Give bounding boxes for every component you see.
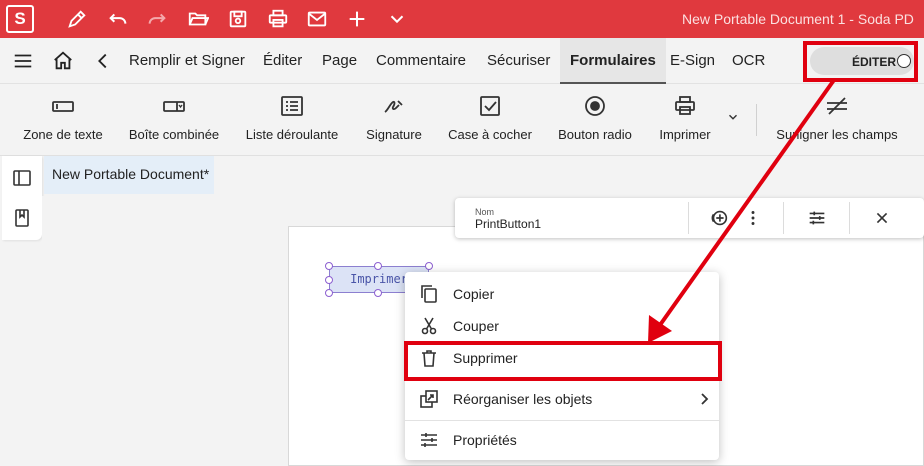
- sidebar-toggle-icon[interactable]: [12, 168, 32, 188]
- tool-label: Case à cocher: [448, 127, 532, 142]
- resize-handle[interactable]: [374, 289, 382, 297]
- menu-item-reorganiser[interactable]: Réorganiser les objets: [405, 383, 719, 415]
- document-tab[interactable]: New Portable Document*: [44, 156, 214, 194]
- back-chevron-icon[interactable]: [92, 50, 114, 72]
- field-properties-bar: Nom PrintButton1: [455, 198, 924, 238]
- resize-handle[interactable]: [325, 289, 333, 297]
- hamburger-menu-icon[interactable]: [12, 50, 34, 72]
- divider: [688, 202, 689, 234]
- list-box-tool[interactable]: Liste déroulante: [244, 84, 340, 156]
- text-field-tool[interactable]: Zone de texte: [20, 84, 106, 156]
- chevron-right-icon: [697, 391, 711, 407]
- resize-handle[interactable]: [325, 262, 333, 270]
- list-box-icon: [279, 94, 305, 118]
- tool-label: Liste déroulante: [245, 127, 339, 142]
- print-icon[interactable]: [267, 8, 289, 30]
- resize-handle[interactable]: [425, 262, 433, 270]
- window-title: New Portable Document 1 - Soda PD: [682, 11, 914, 27]
- copy-icon: [419, 284, 439, 304]
- print-icon: [672, 94, 698, 118]
- radio-button-icon: [582, 94, 608, 118]
- highlight-fields-icon: [824, 94, 850, 118]
- tool-label: Bouton radio: [558, 127, 632, 142]
- name-value[interactable]: PrintButton1: [475, 217, 541, 231]
- tab-editer[interactable]: Éditer: [263, 38, 302, 84]
- checkbox-icon: [477, 94, 503, 118]
- add-action-icon[interactable]: [708, 207, 730, 229]
- highlight-box-edit-toggle: [803, 41, 918, 82]
- tab-securiser[interactable]: Sécuriser: [487, 38, 550, 84]
- print-button-tool[interactable]: Imprimer: [654, 84, 716, 156]
- tab-ocr[interactable]: OCR: [732, 38, 765, 84]
- menu-item-label: Réorganiser les objets: [453, 391, 593, 407]
- menu-divider: [405, 420, 719, 421]
- tool-label: Imprimer: [659, 127, 711, 142]
- tab-e-sign[interactable]: E-Sign: [670, 38, 715, 84]
- scissors-icon: [419, 316, 439, 336]
- toolbar-divider: [756, 104, 757, 136]
- bookmark-icon[interactable]: [12, 208, 32, 228]
- properties-icon[interactable]: [806, 207, 828, 229]
- chevron-down-icon[interactable]: [726, 110, 740, 124]
- menu-item-label: Propriétés: [453, 432, 517, 448]
- tab-formulaires[interactable]: Formulaires: [560, 38, 666, 84]
- add-icon[interactable]: [346, 8, 368, 30]
- signature-icon: [381, 94, 407, 118]
- close-icon[interactable]: [871, 207, 893, 229]
- combo-box-icon: [161, 94, 187, 118]
- menu-item-copier[interactable]: Copier: [405, 278, 719, 310]
- forms-toolbar: Zone de texte Boîte combinée Liste dérou…: [0, 84, 924, 156]
- save-icon[interactable]: [227, 8, 249, 30]
- arrange-icon: [419, 389, 439, 409]
- undo-icon[interactable]: [107, 8, 129, 30]
- tab-page[interactable]: Page: [322, 38, 357, 84]
- tab-remplir-et-signer[interactable]: Remplir et Signer: [129, 38, 245, 84]
- highlight-box-supprimer: [404, 341, 722, 381]
- menu-item-couper[interactable]: Couper: [405, 310, 719, 342]
- left-side-panel: [2, 156, 42, 240]
- radio-button-tool[interactable]: Bouton radio: [556, 84, 634, 156]
- signature-tool[interactable]: Signature: [362, 84, 426, 156]
- combo-box-tool[interactable]: Boîte combinée: [128, 84, 220, 156]
- checkbox-tool[interactable]: Case à cocher: [446, 84, 534, 156]
- tab-commentaire[interactable]: Commentaire: [376, 38, 466, 84]
- title-bar: S New Portable Document 1 - Soda PD: [0, 0, 924, 38]
- properties-icon: [419, 430, 439, 450]
- tool-label: Boîte combinée: [128, 127, 220, 142]
- highlight-fields-tool[interactable]: Surligner les champs: [774, 84, 900, 156]
- tool-label: Surligner les champs: [776, 127, 898, 142]
- menu-item-proprietes[interactable]: Propriétés: [405, 424, 719, 456]
- tool-label: Signature: [366, 127, 422, 142]
- divider: [849, 202, 850, 234]
- pen-icon[interactable]: [66, 8, 88, 30]
- resize-handle[interactable]: [325, 276, 333, 284]
- chevron-down-icon[interactable]: [386, 8, 408, 30]
- divider: [783, 202, 784, 234]
- home-icon[interactable]: [52, 50, 74, 72]
- resize-handle[interactable]: [374, 262, 382, 270]
- app-logo[interactable]: S: [6, 5, 34, 33]
- more-vert-icon[interactable]: [742, 207, 764, 229]
- text-field-icon: [50, 94, 76, 118]
- menu-item-label: Couper: [453, 318, 499, 334]
- redo-icon[interactable]: [146, 8, 168, 30]
- open-folder-icon[interactable]: [187, 8, 210, 30]
- ribbon-tabs: Remplir et Signer Éditer Page Commentair…: [0, 38, 924, 84]
- menu-item-label: Copier: [453, 286, 495, 302]
- tool-label: Zone de texte: [23, 127, 103, 142]
- name-label: Nom: [475, 207, 495, 217]
- mail-icon[interactable]: [306, 8, 328, 30]
